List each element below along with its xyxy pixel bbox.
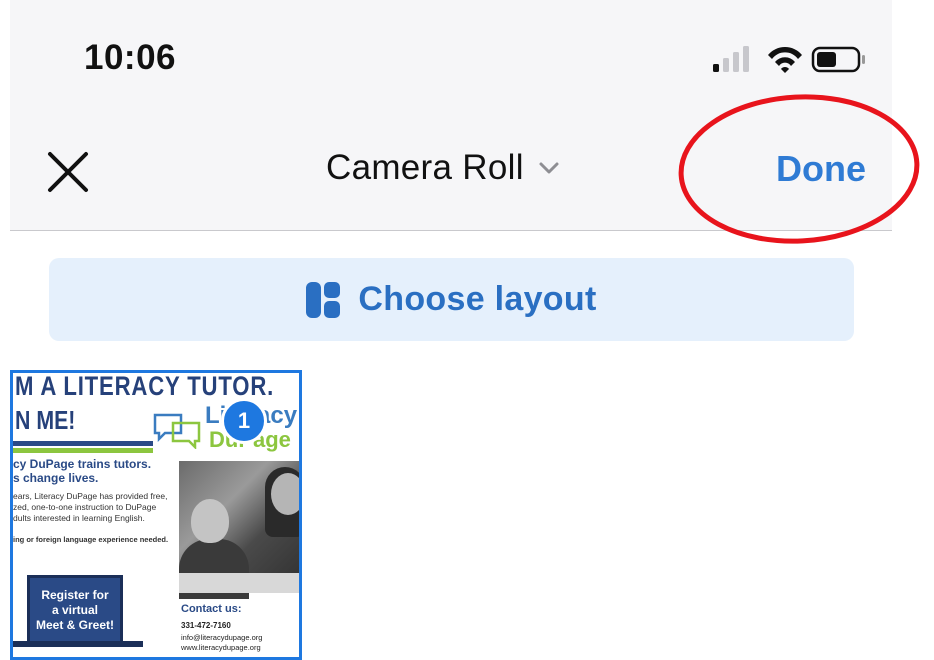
flyer-title-line2: N ME!	[15, 405, 76, 435]
photo-person-woman	[271, 473, 299, 515]
flyer-laptop-base	[13, 641, 143, 647]
flyer-contact-phone: 331-472-7160	[181, 621, 231, 630]
flyer-body-line1: ears, Literacy DuPage has provided free,	[13, 491, 168, 501]
album-selector[interactable]: Camera Roll	[326, 148, 560, 188]
photo-person-man	[191, 499, 229, 543]
chat-bubbles-icon	[153, 413, 201, 449]
register-line2: a virtual	[51, 602, 99, 617]
flyer-subtitle-line2: s change lives.	[13, 471, 99, 485]
red-annotation-circle	[678, 94, 920, 244]
cellular-signal-icon	[713, 46, 749, 72]
register-line3: Meet & Greet!	[35, 617, 115, 632]
flyer-subtitle-line1: cy DuPage trains tutors.	[13, 457, 152, 471]
flyer-contact-email: info@literacydupage.org	[181, 633, 263, 642]
flyer-stripe-green	[13, 448, 153, 453]
status-time: 10:06	[84, 38, 177, 77]
selection-badge[interactable]: 1	[221, 398, 267, 444]
flyer-body-line3: dults interested in learning English.	[13, 513, 145, 523]
flyer-stripe-blue	[13, 441, 153, 446]
flyer-note: ing or foreign language experience neede…	[13, 535, 169, 544]
close-icon[interactable]	[46, 150, 90, 194]
flyer-title-line1: M A LITERACY TUTOR.	[15, 371, 275, 401]
chevron-down-icon	[539, 162, 559, 174]
flyer-body-line2: zed, one-to-one instruction to DuPage	[13, 502, 157, 512]
album-title: Camera Roll	[326, 148, 524, 187]
layout-grid-icon	[306, 281, 341, 318]
wifi-icon	[768, 46, 802, 73]
flyer-register-box: Register for a virtual Meet & Greet!	[27, 575, 123, 645]
battery-icon	[811, 46, 865, 73]
flyer-contact-title: Contact us:	[181, 603, 242, 615]
flyer-body: cy DuPage trains tutors. s change lives.…	[13, 457, 183, 545]
choose-layout-label: Choose layout	[358, 280, 597, 318]
flyer-contact-web: www.literacydupage.org	[181, 643, 261, 652]
register-line1: Register for	[41, 587, 109, 602]
flyer-subtitle: cy DuPage trains tutors. s change lives.	[13, 457, 183, 485]
flyer-photo	[179, 461, 299, 599]
photo-table	[179, 573, 299, 593]
choose-layout-button[interactable]: Choose layout	[49, 258, 854, 341]
photo-picker-screen: 10:06 Camera Roll Done Choose layout M A…	[0, 0, 934, 660]
status-icons	[713, 46, 865, 73]
